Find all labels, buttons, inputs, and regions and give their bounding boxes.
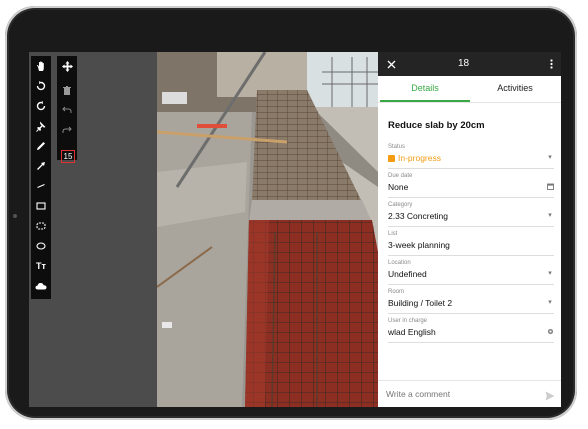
page-number-badge[interactable]: 15 bbox=[61, 150, 75, 163]
tab-details[interactable]: Details bbox=[380, 76, 470, 102]
more-options-icon[interactable] bbox=[547, 56, 555, 72]
user-in-charge-field[interactable]: User in charge wlad English bbox=[388, 318, 554, 343]
tab-activities[interactable]: Activities bbox=[470, 76, 560, 100]
list-value: 3-week planning bbox=[388, 240, 450, 250]
comment-bar bbox=[378, 380, 561, 407]
task-number: 18 bbox=[458, 58, 470, 69]
room-field[interactable]: Room Building / Toilet 2 ▾ bbox=[388, 289, 554, 314]
due-date-value: None bbox=[388, 182, 409, 192]
app-screen: Tт 15 18 Details Activities Reduce slab … bbox=[29, 52, 561, 407]
panel-header: 18 bbox=[378, 52, 561, 76]
rotate-cw-icon[interactable] bbox=[31, 98, 51, 114]
tablet-camera bbox=[13, 214, 17, 218]
status-field[interactable]: Status In-progress ▾ bbox=[388, 144, 554, 169]
status-indicator bbox=[388, 155, 395, 162]
task-details-panel: 18 Details Activities Reduce slab by 20c… bbox=[378, 52, 561, 407]
category-value: 2.33 Concreting bbox=[388, 211, 449, 221]
chevron-down-icon: ▾ bbox=[548, 212, 552, 219]
chevron-down-icon: ▾ bbox=[548, 299, 552, 306]
status-value: In-progress bbox=[388, 153, 441, 163]
annotation-toolbar: Tт bbox=[31, 56, 51, 299]
cloud-rect-icon[interactable] bbox=[31, 218, 51, 234]
pencil-icon[interactable] bbox=[31, 138, 51, 154]
secondary-toolbar: 15 bbox=[57, 56, 77, 163]
list-field[interactable]: List 3-week planning bbox=[388, 231, 554, 256]
room-value: Building / Toilet 2 bbox=[388, 298, 453, 308]
due-date-field[interactable]: Due date None bbox=[388, 173, 554, 198]
room-label: Room bbox=[388, 289, 405, 295]
list-label: List bbox=[388, 231, 398, 237]
rectangle-icon[interactable] bbox=[31, 198, 51, 214]
line-icon[interactable] bbox=[31, 178, 51, 194]
construction-photo-image bbox=[157, 52, 378, 407]
trash-icon[interactable] bbox=[57, 82, 77, 98]
category-label: Category bbox=[388, 202, 413, 208]
due-date-label: Due date bbox=[388, 173, 413, 179]
status-label: Status bbox=[388, 144, 406, 150]
gear-icon bbox=[546, 326, 554, 336]
redo-icon[interactable] bbox=[57, 122, 77, 138]
move-icon[interactable] bbox=[57, 58, 77, 74]
task-title[interactable]: Reduce slab by 20cm bbox=[388, 120, 485, 131]
chevron-down-icon: ▾ bbox=[548, 270, 552, 277]
calendar-icon bbox=[546, 181, 554, 191]
cloud-icon[interactable] bbox=[31, 278, 51, 294]
user-in-charge-value: wlad English bbox=[388, 327, 436, 337]
ellipse-icon[interactable] bbox=[31, 238, 51, 254]
status-text: In-progress bbox=[398, 153, 441, 163]
undo-icon[interactable] bbox=[57, 102, 77, 118]
category-field[interactable]: Category 2.33 Concreting ▾ bbox=[388, 202, 554, 227]
location-value: Undefined bbox=[388, 269, 427, 279]
location-field[interactable]: Location Undefined ▾ bbox=[388, 260, 554, 285]
pin-icon[interactable] bbox=[31, 118, 51, 134]
rotate-ccw-icon[interactable] bbox=[31, 78, 51, 94]
panel-tabs: Details Activities bbox=[378, 76, 561, 103]
location-label: Location bbox=[388, 260, 411, 266]
close-icon[interactable] bbox=[384, 56, 398, 72]
send-icon[interactable] bbox=[545, 388, 555, 401]
site-photo bbox=[157, 52, 378, 407]
hand-icon[interactable] bbox=[31, 58, 51, 74]
chevron-down-icon: ▾ bbox=[548, 154, 552, 161]
text-tool-icon[interactable]: Tт bbox=[31, 258, 51, 274]
tablet-frame: Tт 15 18 Details Activities Reduce slab … bbox=[5, 6, 577, 420]
user-in-charge-label: User in charge bbox=[388, 318, 428, 324]
arrow-icon[interactable] bbox=[31, 158, 51, 174]
comment-input[interactable] bbox=[386, 387, 536, 401]
